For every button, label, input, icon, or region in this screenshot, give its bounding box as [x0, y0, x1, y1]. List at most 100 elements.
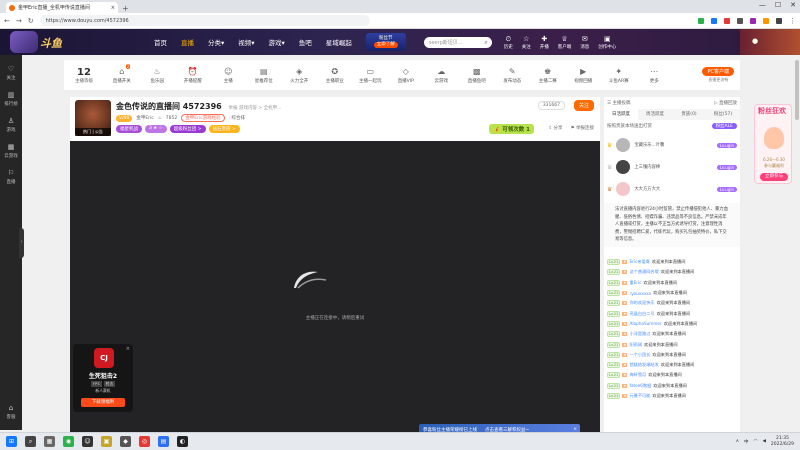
list-item[interactable]: ♛ 上三懂内容棒 Lv.ugin — [607, 156, 737, 178]
site-logo[interactable]: 斗鱼 — [0, 29, 120, 55]
report-button[interactable]: ⚑ 举报连接 — [571, 125, 594, 131]
nav-yuba[interactable]: 鱼吧 — [299, 37, 312, 47]
taskbar-app-icon[interactable]: ☺ — [82, 436, 93, 447]
taskbar-app-icon[interactable]: ▦ — [44, 436, 55, 447]
nav-category[interactable]: 分类▾ — [208, 37, 224, 47]
taskbar-app-icon[interactable]: ◎ — [139, 436, 150, 447]
feature-item[interactable]: ✎ 发布动态 — [495, 67, 531, 84]
feature-item[interactable]: ⌂ 2 直播开关 — [104, 63, 140, 84]
chat-username[interactable]: fatee6数据 — [629, 383, 651, 389]
chat-message[interactable]: Lv.21 ♦ fatee6数据 欢迎来到本直播间 — [604, 381, 740, 391]
chat-message[interactable]: Lv.21 ♦ 这个普通网名哦 欢迎来到本直播间 — [604, 267, 740, 277]
chat-message[interactable]: Lv.21 ♦ 锁链结发端结发 欢迎来到本直播间 — [604, 360, 740, 370]
chat-username[interactable]: 锁链结发端结发 — [629, 362, 658, 368]
list-item[interactable]: ♛ 宝藏乐乐...叶馨 Lv.ugin — [607, 134, 737, 156]
wifi-icon[interactable]: ◠ — [754, 439, 758, 444]
chat-username[interactable]: 梅轩雪月 — [629, 372, 646, 378]
chat-username[interactable]: 阳雨刚 — [629, 342, 642, 348]
chat-message[interactable]: Lv.21 ♦ 梅轩雪月 欢迎来到本直播间 — [604, 370, 740, 380]
download-button[interactable]: 下载领福利 — [81, 398, 125, 407]
nav-star-domain[interactable]: 星域崛起 — [326, 37, 352, 47]
chat-username[interactable]: 元曼不可能 — [629, 393, 650, 399]
extension-icon[interactable] — [711, 17, 717, 24]
extension-icon[interactable] — [737, 17, 743, 24]
chat-message[interactable]: Lv.21 ♦ 重Eric 欢迎来到本直播间 — [604, 278, 740, 288]
feature-item[interactable]: ◇ 直播VIP — [388, 67, 424, 84]
taskbar-app-icon[interactable]: ◐ — [177, 436, 188, 447]
forward-icon[interactable]: → — [16, 17, 22, 25]
tab-close-icon[interactable]: × — [111, 5, 115, 11]
feature-item[interactable]: ✪ 主播职业 — [317, 67, 353, 84]
feature-item[interactable]: ♨ 鱼乐园 — [140, 67, 176, 84]
fan-carnival-ad[interactable]: 粉丝狂欢 6.26—6.30 参与赢福利 立即参与 — [754, 104, 792, 184]
feature-item[interactable]: ⏰ 开播提醒 — [175, 67, 211, 84]
experience-pill[interactable]: 金甲Eric游戏经验 — [181, 114, 225, 122]
anchor-submissions-link[interactable]: ☰ 主播投稿 — [607, 100, 630, 106]
tag-stars[interactable]: 3 ★ ☆ — [145, 125, 167, 133]
chat-username[interactable]: AlaphaSummer — [629, 321, 661, 326]
chat-message[interactable]: Lv.21 ♦ 你的欢迎快乐 欢迎来到本直播间 — [604, 298, 740, 308]
header-follow-button[interactable]: ☆ 关注 — [522, 35, 531, 50]
chat-username[interactable]: 亮晶白白二号 — [629, 311, 654, 317]
feature-item[interactable]: ⋯ 更多 — [637, 67, 673, 84]
input-method[interactable]: 中 — [744, 439, 749, 445]
scrollbar-thumb[interactable] — [795, 60, 799, 120]
taskbar-app-icon[interactable]: ▤ — [158, 436, 169, 447]
list-item[interactable]: ♛ 大大方方大大 Lv.ugin — [607, 178, 737, 200]
feature-item[interactable]: ▤ 星推荐位 — [246, 67, 282, 84]
extension-icon[interactable] — [763, 17, 769, 24]
browser-tab[interactable]: 金甲Eric直播_全机甲传说直播间 × — [6, 2, 118, 13]
sidebar-item-follow[interactable]: ♡ 关注 — [0, 65, 22, 81]
room-extra[interactable]: 举报 游戏内容 > 全机甲... — [229, 106, 282, 111]
menu-dots-icon[interactable]: ⋮ — [789, 17, 796, 25]
volume-icon[interactable]: ◀ — [762, 439, 765, 444]
rank-button[interactable]: 粉丝ALE — [711, 123, 737, 129]
back-icon[interactable]: ← — [4, 17, 10, 25]
chat-username[interactable]: 这个普通网名哦 — [629, 269, 658, 275]
header-history-button[interactable]: ⏲ 历史 — [504, 35, 513, 50]
feature-item[interactable]: ♚ 主播二赛 — [530, 67, 566, 84]
header-user-banner[interactable]: ● — [740, 29, 800, 55]
sidebar-item-service[interactable]: ⌂ 客服 — [0, 404, 22, 420]
follow-button[interactable]: 关注 — [573, 100, 594, 111]
ad-join-button[interactable]: 立即参与 — [760, 173, 788, 181]
taskbar-app-icon[interactable]: ◆ — [120, 436, 131, 447]
feature-item[interactable]: ✦ 斗鱼AR赛 — [601, 67, 637, 84]
feature-item[interactable]: ▭ 主播一起玩 — [353, 67, 389, 84]
chat-message[interactable]: Lv.21 ♦ ryouxxxxx 欢迎来到本直播间 — [604, 288, 740, 298]
system-clock[interactable]: 21:35 2022/6/29 — [771, 436, 794, 448]
nav-games[interactable]: 游戏▾ — [269, 37, 285, 47]
anchor-level[interactable]: 12 主播等级 — [64, 67, 104, 84]
taskbar-app-icon[interactable]: ⊞ — [6, 436, 17, 447]
sidebar-item-cloud-game[interactable]: ▦ 云游戏 — [0, 143, 22, 159]
tag-fan-club[interactable]: 超级粉丝团 > — [169, 125, 206, 133]
extension-icon[interactable] — [750, 17, 756, 24]
chat-username[interactable]: 一个小团长 — [629, 352, 650, 358]
profile-avatar-icon[interactable] — [776, 17, 782, 24]
sidebar-item-ranking[interactable]: ▥ 排行榜 — [0, 91, 22, 107]
feature-item[interactable]: ◈ 火力全开 — [282, 67, 318, 84]
new-tab-button[interactable]: + — [122, 4, 129, 13]
sidebar-item-games[interactable]: ♙ 游戏 — [0, 117, 22, 133]
share-button[interactable]: ⇪ 分享 — [548, 125, 562, 131]
nav-home[interactable]: 首页 — [154, 37, 167, 47]
chat-username[interactable]: 小洋是路过 — [629, 331, 650, 337]
pc-client-button[interactable]: PC客户端 直播更流畅 — [702, 67, 734, 83]
festival-button[interactable]: 立即了解 — [373, 42, 398, 48]
chat-message[interactable]: Lv.21 ♦ Eric亲爱哥 欢迎来到本直播间 — [604, 257, 740, 267]
chat-username[interactable]: 重Eric — [629, 280, 641, 286]
header-golive-button[interactable]: ✚ 开播 — [540, 35, 549, 50]
feature-item[interactable]: ☁ 云游戏 — [424, 67, 460, 84]
replay-link[interactable]: ▷ 直播回放 — [714, 100, 737, 106]
feature-item[interactable]: ▩ 直播鱼吧 — [459, 67, 495, 84]
chat-username[interactable]: 你的欢迎快乐 — [629, 300, 654, 306]
chat-message[interactable]: Lv.21 ♦ 亮晶白白二号 欢迎来到本直播间 — [604, 308, 740, 318]
taskbar-app-icon[interactable]: ▣ — [101, 436, 112, 447]
minimize-button[interactable]: — — [759, 1, 766, 9]
sidebar-item-live[interactable]: ⚐ 直播 — [0, 169, 22, 185]
header-client-button[interactable]: ♕ 客户端 — [558, 35, 572, 50]
taskbar-app-icon[interactable]: ⌕ — [25, 436, 36, 447]
taskbar-app-icon[interactable]: ◉ — [63, 436, 74, 447]
tag-machine-war[interactable]: 福星机战 — [116, 125, 142, 133]
reload-icon[interactable]: ↻ — [28, 17, 34, 25]
